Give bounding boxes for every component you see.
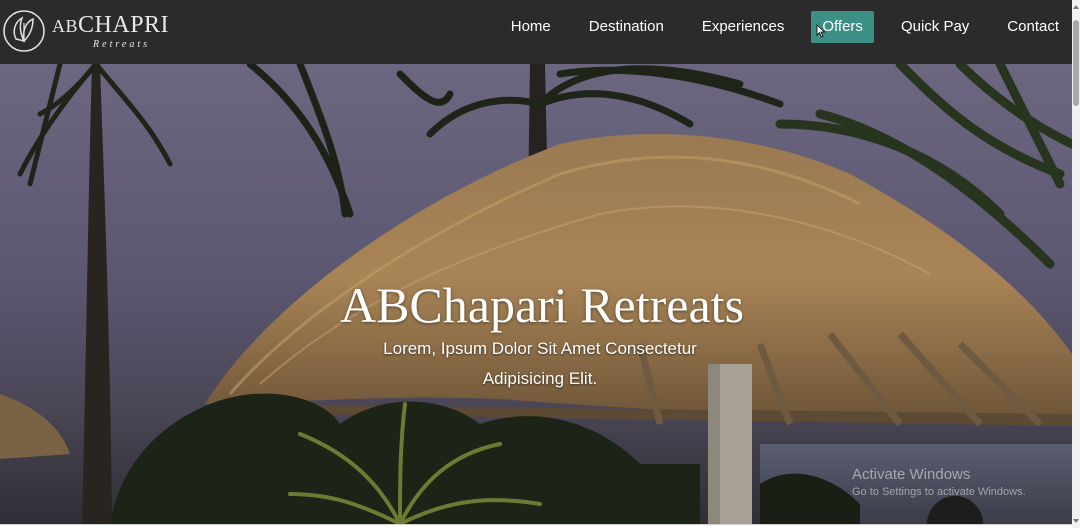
nav-experiences[interactable]: Experiences — [691, 11, 796, 43]
leaf-logo-icon — [3, 10, 45, 52]
scrollbar-thumb[interactable] — [1073, 20, 1079, 106]
browser-viewport: ABCHAPRI Retreats Home Destination Exper… — [0, 0, 1073, 525]
page-scrollbar[interactable] — [1072, 0, 1080, 528]
watermark-title: Activate Windows — [852, 466, 971, 483]
scroll-down-icon[interactable] — [1073, 519, 1079, 523]
hero-subtitle-line-1: Lorem, Ipsum Dolor Sit Amet Consectetur — [383, 339, 697, 358]
brand-wordmark: ABCHAPRI Retreats — [52, 13, 169, 50]
scroll-up-icon[interactable] — [1073, 5, 1079, 9]
nav-destination[interactable]: Destination — [578, 11, 675, 43]
mouse-cursor-icon — [816, 24, 826, 38]
nav-home[interactable]: Home — [500, 11, 562, 43]
hero-banner: ABChapari Retreats Lorem, Ipsum Dolor Si… — [0, 64, 1072, 524]
hero-subtitle-line-2: Adipisicing Elit. — [482, 369, 598, 388]
top-navbar: ABCHAPRI Retreats Home Destination Exper… — [0, 0, 1072, 64]
brand-tagline: Retreats — [93, 38, 150, 50]
brand-name: ABCHAPRI — [52, 11, 170, 38]
nav-menu: Home Destination Experiences Offers Quic… — [492, 11, 1072, 43]
activate-windows-watermark: Activate Windows Go to Settings to activ… — [852, 466, 1026, 498]
nav-quick-pay[interactable]: Quick Pay — [890, 11, 980, 43]
hero-subtitle: Lorem, Ipsum Dolor Sit Amet Consectetur … — [340, 334, 740, 394]
hero-title: ABChapari Retreats — [339, 277, 745, 333]
brand-logo[interactable]: ABCHAPRI Retreats — [2, 9, 169, 53]
watermark-subtitle: Go to Settings to activate Windows. — [852, 486, 1026, 498]
nav-contact[interactable]: Contact — [996, 11, 1070, 43]
